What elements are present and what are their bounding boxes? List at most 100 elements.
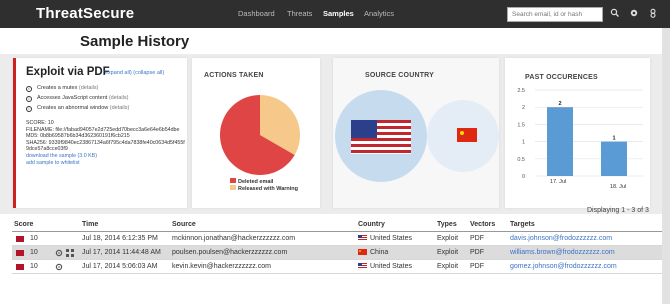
- severity-indicator: [16, 250, 24, 256]
- behavior-item[interactable]: i Creates a mutex (details): [26, 85, 98, 92]
- behavior-item[interactable]: i Creates an abnormal window (details): [26, 105, 129, 112]
- row-source: kevin.kevin@hackerzzzzzz.com: [172, 263, 271, 270]
- source-country-title: SOURCE COUNTRY: [365, 72, 435, 79]
- row-source: poulsen.poulsen@hackerzzzzzz.com: [172, 249, 288, 256]
- row-time: Jul 17, 2014 5:06:03 AM: [82, 263, 158, 270]
- row-vector: PDF: [470, 249, 484, 256]
- row-country: United States: [358, 263, 412, 270]
- us-flag-icon: [358, 235, 367, 241]
- china-flag-icon: [358, 249, 367, 255]
- actions-pie-chart: [220, 95, 300, 175]
- actions-taken-title: ACTIONS TAKEN: [204, 72, 264, 79]
- filename-text: FILENAME: file://fabad94057e2d725edd70be…: [26, 126, 180, 133]
- user-icon[interactable]: [648, 8, 658, 18]
- md5-text: MD5: 0b8b69587b6b34d362360191f6cb215: [26, 133, 130, 140]
- search-icon[interactable]: [610, 8, 620, 18]
- table-row[interactable]: 10 Jul 17, 2014 5:06:03 AM kevin.kevin@h…: [12, 260, 662, 274]
- y-tick-label: 0: [522, 174, 525, 180]
- summary-cards: Exploit via PDF (expand all) (collapse a…: [0, 54, 662, 214]
- gear-icon: [55, 249, 63, 257]
- row-score: 10: [30, 249, 38, 256]
- col-source[interactable]: Source: [172, 221, 196, 228]
- y-tick-label: 1.5: [517, 122, 525, 128]
- legend-swatch: [230, 185, 236, 190]
- top-bar: ThreatSecure Dashboard Threats Samples A…: [0, 0, 670, 28]
- y-tick-label: 1: [522, 140, 525, 146]
- network-icon: [66, 249, 74, 257]
- scrollbar[interactable]: [662, 28, 670, 304]
- exploit-title: Exploit via PDF: [26, 66, 110, 78]
- past-occurrences-title: PAST OCCURENCES: [525, 74, 598, 81]
- row-score: 10: [30, 235, 38, 242]
- severity-indicator: [16, 236, 24, 242]
- nav-samples[interactable]: Samples: [323, 9, 354, 18]
- row-vector: PDF: [470, 263, 484, 270]
- row-time: Jul 17, 2014 11:44:48 AM: [82, 249, 161, 256]
- row-type: Exploit: [437, 249, 459, 256]
- legend-item: Released with Warning: [230, 185, 298, 192]
- download-sample-link[interactable]: download the sample (3.0 KB): [26, 153, 186, 160]
- row-type: Exploit: [437, 263, 459, 270]
- nav-dashboard[interactable]: Dashboard: [238, 9, 275, 18]
- table-row[interactable]: 10 Jul 17, 2014 11:44:48 AM poulsen.poul…: [12, 246, 662, 260]
- info-icon: i: [26, 96, 32, 102]
- row-time: Jul 18, 2014 6:12:35 PM: [82, 235, 158, 242]
- us-flag-icon: [351, 120, 411, 154]
- page-title: Sample History: [80, 33, 190, 50]
- expand-all-link[interactable]: (expand all): [103, 70, 132, 76]
- past-occurrences-chart: 2.5 2 1.5 1 0.5 0 2 17. Jul 1 18. Jul: [517, 88, 643, 190]
- table-header: Score Time Source Country Types Vectors …: [12, 218, 662, 232]
- info-icon: i: [26, 106, 32, 112]
- table-row[interactable]: 10 Jul 18, 2014 6:12:35 PM mckinnon.jona…: [12, 232, 662, 246]
- collapse-all-link[interactable]: (collapse all): [133, 70, 164, 76]
- col-types[interactable]: Types: [437, 221, 457, 228]
- row-vector: PDF: [470, 235, 484, 242]
- row-score: 10: [30, 263, 38, 270]
- expand-collapse-links: (expand all) (collapse all): [103, 70, 164, 76]
- brand-logo[interactable]: ThreatSecure: [36, 5, 134, 22]
- past-occurrences-card: PAST OCCURENCES 2.5 2 1.5 1 0.5 0 2 17. Jul 1 18…: [505, 58, 650, 208]
- actions-taken-card: ACTIONS TAKEN Deleted email Released wit…: [192, 58, 320, 208]
- x-tick-label: 18. Jul: [610, 184, 626, 190]
- behavior-item[interactable]: i Accesses JavaScript content (details): [26, 95, 128, 102]
- col-vectors[interactable]: Vectors: [470, 221, 495, 228]
- sha256-text: SHA256: 9339f9840ec23867134a6f795c4da783…: [26, 139, 185, 153]
- y-tick-label: 2: [522, 105, 525, 111]
- legend-item: Deleted email: [230, 178, 273, 185]
- nav-threats[interactable]: Threats: [287, 9, 312, 18]
- source-country-bubbles: [335, 90, 499, 182]
- exploit-card: Exploit via PDF (expand all) (collapse a…: [13, 58, 187, 208]
- x-tick-label: 17. Jul: [550, 179, 566, 185]
- bar-17-jul[interactable]: [547, 107, 573, 176]
- us-flag-icon: [358, 263, 367, 269]
- bar-data-label: 2: [558, 101, 561, 107]
- gear-icon: [55, 263, 63, 271]
- bar-data-label: 1: [612, 136, 615, 142]
- severity-indicator: [16, 264, 24, 270]
- row-target-link[interactable]: gomez.johnson@frodozzzzzz.com: [510, 263, 617, 270]
- score-text: SCORE: 10: [26, 120, 54, 126]
- nav-analytics[interactable]: Analytics: [364, 9, 394, 18]
- main-content: Sample History Exploit via PDF (expand a…: [0, 28, 662, 304]
- info-icon: i: [26, 86, 32, 92]
- col-targets[interactable]: Targets: [510, 221, 535, 228]
- displaying-count: Displaying 1 - 3 of 3: [587, 207, 649, 214]
- bar-18-jul[interactable]: [601, 141, 627, 176]
- col-score[interactable]: Score: [14, 221, 33, 228]
- y-tick-label: 0.5: [517, 157, 525, 163]
- search-input[interactable]: [507, 7, 603, 22]
- col-time[interactable]: Time: [82, 221, 98, 228]
- add-whitelist-link[interactable]: add sample to whitelist: [26, 160, 186, 167]
- row-source: mckinnon.jonathan@hackerzzzzzz.com: [172, 235, 296, 242]
- col-country[interactable]: Country: [358, 221, 385, 228]
- row-country: United States: [358, 235, 412, 242]
- row-country: China: [358, 249, 388, 256]
- china-flag-icon: [457, 128, 477, 142]
- y-tick-label: 2.5: [517, 88, 525, 94]
- row-target-link[interactable]: davis.johnson@frodozzzzzz.com: [510, 235, 612, 242]
- row-type: Exploit: [437, 235, 459, 242]
- legend-swatch: [230, 178, 236, 183]
- gear-icon[interactable]: [629, 8, 639, 18]
- row-target-link[interactable]: williams.brown@frodozzzzzz.com: [510, 249, 615, 256]
- source-country-card: SOURCE COUNTRY: [333, 58, 499, 208]
